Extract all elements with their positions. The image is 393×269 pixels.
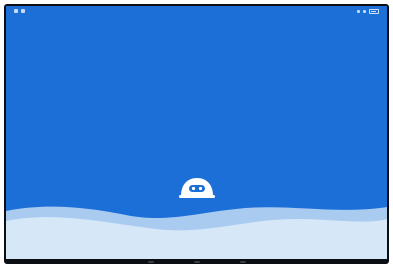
signal-icon xyxy=(357,9,360,13)
splash-screen xyxy=(6,6,387,259)
status-bar xyxy=(6,6,387,16)
status-bar-right xyxy=(357,8,379,14)
wave-decoration xyxy=(6,206,387,259)
notification-icon xyxy=(21,9,25,13)
navigation-bar xyxy=(4,259,389,264)
home-button[interactable] xyxy=(193,260,200,263)
device-frame xyxy=(4,4,389,264)
battery-icon xyxy=(369,8,379,14)
notification-icon xyxy=(14,9,18,13)
status-bar-left xyxy=(14,9,25,13)
recents-button[interactable] xyxy=(239,260,246,263)
wifi-icon xyxy=(363,9,366,13)
back-button[interactable] xyxy=(147,260,154,263)
